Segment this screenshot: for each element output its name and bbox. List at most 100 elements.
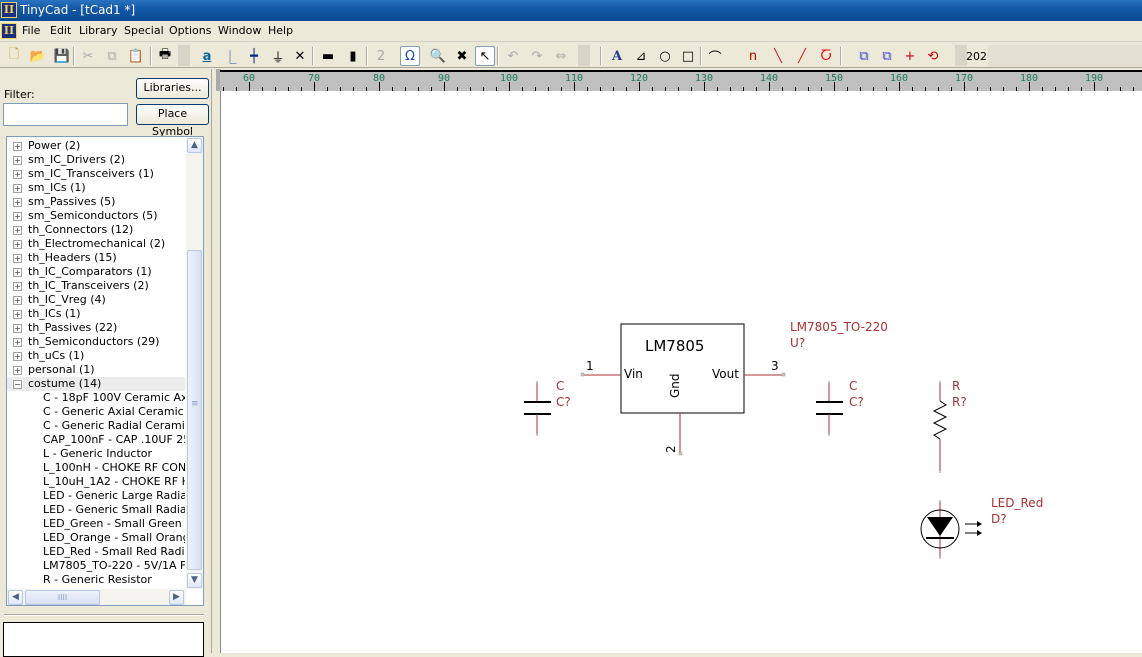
panel-divider[interactable] <box>4 614 204 616</box>
polygon-tool-button[interactable]: ⊿ <box>631 46 651 66</box>
scroll-thumb[interactable]: ≡ <box>187 250 202 570</box>
toolbar-grip[interactable] <box>578 45 590 66</box>
menu-edit[interactable]: Edit <box>50 24 71 37</box>
scroll-right-button[interactable]: ▶ <box>169 590 184 605</box>
scroll-left-button[interactable]: ◀ <box>8 590 23 605</box>
led-endpoint-top[interactable] <box>939 500 941 502</box>
libraries-button[interactable]: Libraries... <box>136 78 209 99</box>
scroll-down-button[interactable]: ▼ <box>187 573 202 588</box>
pin-vout-endpoint[interactable] <box>781 372 786 377</box>
new-button[interactable]: 🗋 <box>4 46 24 66</box>
expand-icon[interactable]: + <box>13 338 22 347</box>
place-symbol-button[interactable]: Place Symbol <box>136 104 209 138</box>
circle-tool-button[interactable]: ○ <box>655 46 675 66</box>
vertical-ruler-button[interactable]: ▮ <box>343 46 363 66</box>
expand-icon[interactable]: + <box>13 212 22 221</box>
tree-category[interactable]: + th_ICs (1) <box>7 307 185 321</box>
tree-symbol-item[interactable]: C - Generic Radial Ceramic Ca <box>7 419 185 433</box>
tree-symbol-item[interactable]: LED_Orange - Small Orange R <box>7 531 185 545</box>
expand-icon[interactable]: + <box>13 254 22 263</box>
wire-diagonal-button[interactable]: ╲ <box>768 46 788 66</box>
tree-category[interactable]: + th_Passives (22) <box>7 321 185 335</box>
tree-symbol-item[interactable]: L - Generic Inductor <box>7 447 185 461</box>
resistor-endpoint-top[interactable] <box>939 381 941 383</box>
menu-window[interactable]: Window <box>218 24 261 37</box>
pin-vin-endpoint[interactable] <box>580 372 585 377</box>
tree-symbol-item[interactable]: L_100nH - CHOKE RF CONFO <box>7 461 185 475</box>
expand-icon[interactable]: + <box>13 156 22 165</box>
tree-symbol-item[interactable]: R - Generic Resistor <box>7 573 185 587</box>
select-arrow-button[interactable]: ↖ <box>475 46 495 66</box>
tree-symbol-item[interactable]: C - Generic Axial Ceramic Cap <box>7 405 185 419</box>
label-wire-button[interactable]: n <box>743 46 763 66</box>
tree-category[interactable]: + th_Connectors (12) <box>7 223 185 237</box>
tree-category[interactable]: + sm_IC_Transceivers (1) <box>7 167 185 181</box>
tree-category[interactable]: + th_IC_Vreg (4) <box>7 293 185 307</box>
symbol-tree[interactable]: + Power (2) + sm_IC_Drivers (2) + sm_IC_Trans… <box>6 136 204 606</box>
cap-out-endpoint-top[interactable] <box>828 381 830 383</box>
tree-symbol-item[interactable]: LED_Green - Small Green Rad <box>7 517 185 531</box>
wire-line-button[interactable]: ╱ <box>792 46 812 66</box>
copy-button[interactable]: ⧉ <box>102 46 122 66</box>
expand-icon[interactable]: + <box>13 240 22 249</box>
tree-symbol-item[interactable]: L_10uH_1A2 - CHOKE RF HI C <box>7 475 185 489</box>
tree-category[interactable]: − costume (14) <box>7 377 185 391</box>
mirror-button[interactable]: ⇔ <box>551 46 571 66</box>
tree-horizontal-scrollbar[interactable]: ◀ IIII ▶ <box>7 589 186 605</box>
led-endpoint-bottom[interactable] <box>939 557 941 559</box>
tree-category[interactable]: + sm_Semiconductors (5) <box>7 209 185 223</box>
tree-category[interactable]: + sm_IC_Drivers (2) <box>7 153 185 167</box>
hscroll-thumb[interactable]: IIII <box>25 590 100 605</box>
cap-out-endpoint-bottom[interactable] <box>828 434 830 436</box>
tree-vertical-scrollbar[interactable]: ▲ ≡ ▼ <box>186 137 203 589</box>
delete-button[interactable]: ✖ <box>452 46 472 66</box>
expand-icon[interactable]: + <box>13 310 22 319</box>
expand-icon[interactable]: + <box>13 352 22 361</box>
design-rule-check-button[interactable]: ⧉ <box>854 46 874 66</box>
cap-in-endpoint-bottom[interactable] <box>536 434 538 436</box>
tree-category[interactable]: + sm_Passives (5) <box>7 195 185 209</box>
expand-icon[interactable]: + <box>13 184 22 193</box>
expand-icon[interactable]: + <box>13 198 22 207</box>
tree-category[interactable]: + th_Electromechanical (2) <box>7 237 185 251</box>
menu-options[interactable]: Options <box>169 24 211 37</box>
tree-symbol-item[interactable]: LED_Red - Small Red Radial LE <box>7 545 185 559</box>
document-menu-icon[interactable]: II <box>1 23 17 39</box>
no-connect-tool-button[interactable]: ✕ <box>290 46 310 66</box>
tree-symbol-item[interactable]: LED - Generic Small Radial LED <box>7 503 185 517</box>
pin-tool-button[interactable]: 2 <box>371 46 391 66</box>
expand-icon[interactable]: + <box>13 366 22 375</box>
expand-icon[interactable]: + <box>13 170 22 179</box>
tree-symbol-item[interactable]: LM7805_TO-220 - 5V/1A Fixe <box>7 559 185 573</box>
pin-gnd-endpoint[interactable] <box>678 451 683 456</box>
tree-category[interactable]: + th_IC_Comparators (1) <box>7 265 185 279</box>
paste-button[interactable]: 📋 <box>126 46 146 66</box>
add-reference-button[interactable]: + <box>900 46 920 66</box>
scroll-up-button[interactable]: ▲ <box>187 138 202 153</box>
menu-file[interactable]: File <box>22 24 40 37</box>
expand-icon[interactable]: + <box>13 226 22 235</box>
tree-category[interactable]: + Power (2) <box>7 139 185 153</box>
tree-category[interactable]: + th_uCs (1) <box>7 349 185 363</box>
rotate-right-button[interactable]: ↷ <box>527 46 547 66</box>
expand-icon[interactable]: + <box>13 142 22 151</box>
expand-icon[interactable]: + <box>13 268 22 277</box>
tree-category[interactable]: + th_IC_Transceivers (2) <box>7 279 185 293</box>
junction-tool-button[interactable]: ┿ <box>244 46 264 66</box>
filter-input[interactable] <box>3 103 128 126</box>
rectangle-tool-button[interactable]: □ <box>678 46 698 66</box>
cap-in-endpoint-top[interactable] <box>536 381 538 383</box>
text-label-tool-button[interactable]: a <box>197 46 217 66</box>
collapse-icon[interactable]: − <box>13 380 22 389</box>
tree-category[interactable]: + sm_ICs (1) <box>7 181 185 195</box>
tree-symbol-item[interactable]: LED - Generic Large Radial LEI <box>7 489 185 503</box>
expand-icon[interactable]: + <box>13 324 22 333</box>
save-button[interactable]: 💾 <box>52 46 72 66</box>
reset-reference-button[interactable]: ⟲ <box>923 46 943 66</box>
menu-help[interactable]: Help <box>268 24 293 37</box>
text-tool-button[interactable]: A <box>607 46 627 66</box>
expand-icon[interactable]: + <box>13 282 22 291</box>
netlist-button[interactable]: ⧉ <box>877 46 897 66</box>
tree-symbol-item[interactable]: CAP_100nF - CAP .10UF 25V <box>7 433 185 447</box>
arc-tool-button[interactable]: ⌒ <box>705 46 725 66</box>
